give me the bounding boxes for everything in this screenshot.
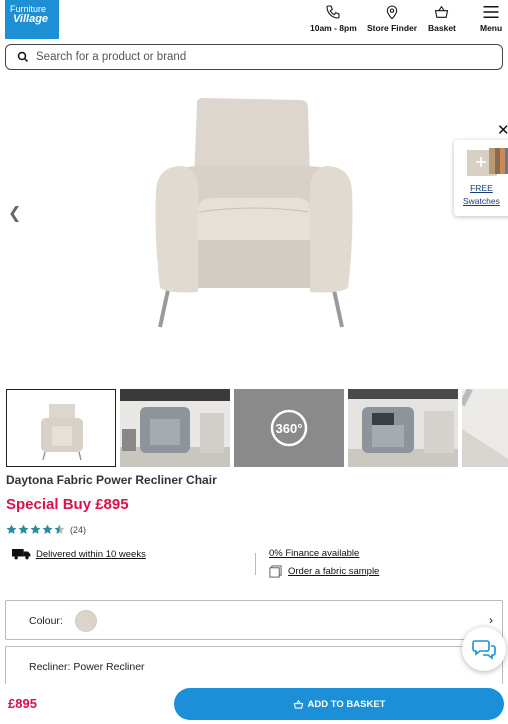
previous-image-arrow[interactable]: ❮ xyxy=(8,203,21,223)
rating-stars[interactable]: (24) xyxy=(6,524,86,535)
hamburger-menu-icon xyxy=(483,6,499,18)
chat-icon xyxy=(472,640,496,660)
info-divider xyxy=(255,553,256,575)
delivery-info[interactable]: Delivered within 10 weeks xyxy=(12,548,146,560)
location-pin-icon xyxy=(386,5,398,20)
sticky-buy-bar: £895 ADD TO BASKET xyxy=(0,684,508,724)
delivery-truck-icon xyxy=(12,549,31,560)
chevron-right-icon: › xyxy=(489,613,493,627)
special-buy-price: Special Buy £895 xyxy=(6,496,129,513)
bottom-price: £895 xyxy=(8,696,37,711)
basket-icon xyxy=(293,699,303,709)
recliner-selector[interactable]: Recliner: Power Recliner xyxy=(5,646,503,686)
product-page: Furniture Village 10am - 8pm Store Finde… xyxy=(0,0,508,724)
thumbnail-detail[interactable] xyxy=(462,389,508,467)
opening-hours-link[interactable]: 10am - 8pm xyxy=(310,4,357,33)
thumbnail-product[interactable] xyxy=(6,389,116,467)
review-count[interactable]: (24) xyxy=(70,525,86,535)
live-chat-button[interactable] xyxy=(462,627,506,671)
close-swatches-icon[interactable]: ✕ xyxy=(497,121,508,139)
thumbnail-360-view[interactable]: 360° xyxy=(234,389,344,467)
finance-link[interactable]: 0% Finance available xyxy=(269,548,359,559)
fabric-swatches-icon xyxy=(467,148,508,176)
recliner-label: Recliner: Power Recliner xyxy=(29,661,145,673)
fabric-sample-link[interactable]: Order a fabric sample xyxy=(269,565,379,578)
furniture-village-logo[interactable]: Furniture Village xyxy=(5,0,59,39)
spin-360-label: 360° xyxy=(276,421,303,436)
colour-selector[interactable]: Colour: › xyxy=(5,600,503,640)
store-finder-link[interactable]: Store Finder xyxy=(367,4,417,33)
site-header: Furniture Village 10am - 8pm Store Finde… xyxy=(0,0,508,42)
colour-swatch xyxy=(75,610,97,632)
product-title: Daytona Fabric Power Recliner Chair xyxy=(6,473,217,487)
basket-link[interactable]: Basket xyxy=(428,4,456,33)
star-rating-icon xyxy=(6,524,65,534)
menu-button[interactable]: Menu xyxy=(480,4,502,33)
phone-icon xyxy=(326,5,340,19)
add-to-basket-button[interactable]: ADD TO BASKET xyxy=(174,688,504,720)
search-input[interactable] xyxy=(36,51,466,63)
search-icon xyxy=(17,51,29,63)
free-swatches-text: FREE Swatches xyxy=(463,183,500,206)
fabric-sample-icon xyxy=(269,565,282,578)
search-bar[interactable] xyxy=(5,44,503,70)
thumbnail-lifestyle-1[interactable] xyxy=(120,389,230,467)
thumbnail-lifestyle-2[interactable] xyxy=(348,389,458,467)
free-swatches-popup[interactable]: FREE Swatches xyxy=(454,140,508,216)
product-main-image[interactable] xyxy=(0,80,508,380)
colour-label: Colour: xyxy=(29,615,63,627)
basket-icon xyxy=(435,5,449,18)
